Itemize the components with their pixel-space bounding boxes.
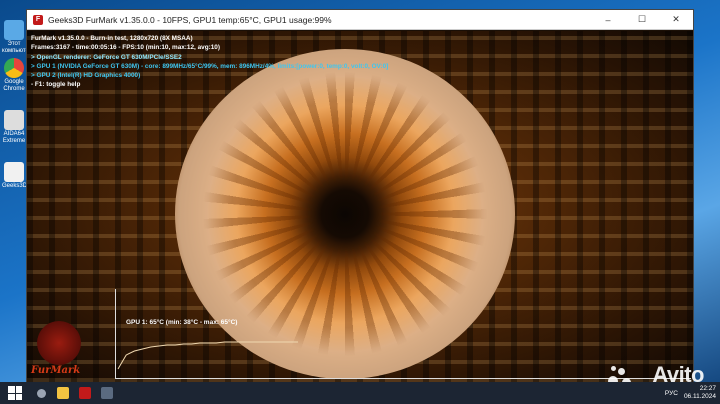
desktop-icon-geeks3d[interactable]: Geeks3D [2,162,28,190]
render-viewport[interactable]: FurMark v1.35.0.0 - Burn-in test, 1280x7… [27,31,693,382]
taskbar-gpu-app[interactable] [96,382,118,404]
furmark-app-icon: F [33,14,43,25]
document-icon [4,162,24,182]
clock[interactable]: 22:27 06.11.2024 [684,385,716,401]
furmark-logo-emblem [37,321,81,365]
close-button[interactable]: ✕ [659,10,693,29]
furmark-window[interactable]: F Geeks3D FurMark v1.35.0.0 - 10FPS, GPU… [27,10,693,382]
taskbar-search[interactable] [30,382,52,404]
furmark-logo-text: FurMark [31,365,81,376]
hud-overlay: FurMark v1.35.0.0 - Burn-in test, 1280x7… [31,34,388,90]
temperature-line [117,341,298,370]
clock-time: 22:27 [699,385,716,392]
hud-gpu1: > GPU 1 (NVIDIA GeForce GT 630M) - core:… [31,62,389,70]
hud-help-hint: - F1: toggle help [31,81,81,89]
hud-gpu2: > GPU 2 (Intel(R) HD Graphics 4000) [31,72,141,80]
aida64-icon [4,110,24,130]
window-title: Geeks3D FurMark v1.35.0.0 - 10FPS, GPU1 … [48,14,332,25]
minimize-button[interactable]: – [591,10,625,29]
title-bar[interactable]: F Geeks3D FurMark v1.35.0.0 - 10FPS, GPU… [27,10,693,30]
desktop-icon-label: Google Chrome [3,79,25,92]
desktop-icon-label: Этот компьютер [2,41,33,54]
system-tray: РУС 22:27 06.11.2024 [665,382,716,404]
hud-frames: Frames:3167 - time:00:05:16 - FPS:10 (mi… [31,44,220,52]
computer-icon [4,20,24,40]
language-indicator[interactable]: РУС [665,390,678,397]
taskbar-furmark[interactable] [74,382,96,404]
desktop-icon-label: AIDA64 Extreme [2,131,26,144]
desktop-icon-label: Geeks3D [2,183,28,189]
taskbar-file-explorer[interactable] [52,382,74,404]
desktop-icon-this-pc[interactable]: Этот компьютер [2,20,33,55]
furmark-logo: FurMark [27,321,107,381]
hud-renderer: > OpenGL renderer: GeForce GT 630M/PCIe/… [31,53,182,61]
chrome-icon [4,58,24,78]
furmark-icon [79,387,91,399]
desktop-icon-aida64[interactable]: AIDA64 Extreme [2,110,26,145]
gpu-app-icon [101,387,113,399]
hud-title: FurMark v1.35.0.0 - Burn-in test, 1280x7… [31,35,193,42]
clock-date: 06.11.2024 [683,393,716,400]
temperature-graph-plot [117,341,298,370]
temperature-graph: GPU 1: 65°C (min: 38°C - max: 65°C) [115,289,691,379]
search-icon [36,388,46,398]
folder-icon [57,387,69,399]
desktop-icon-chrome[interactable]: Google Chrome [2,58,26,93]
windows-start-icon[interactable] [8,386,22,400]
maximize-button[interactable]: ☐ [625,10,659,29]
taskbar: РУС 22:27 06.11.2024 [0,382,720,404]
